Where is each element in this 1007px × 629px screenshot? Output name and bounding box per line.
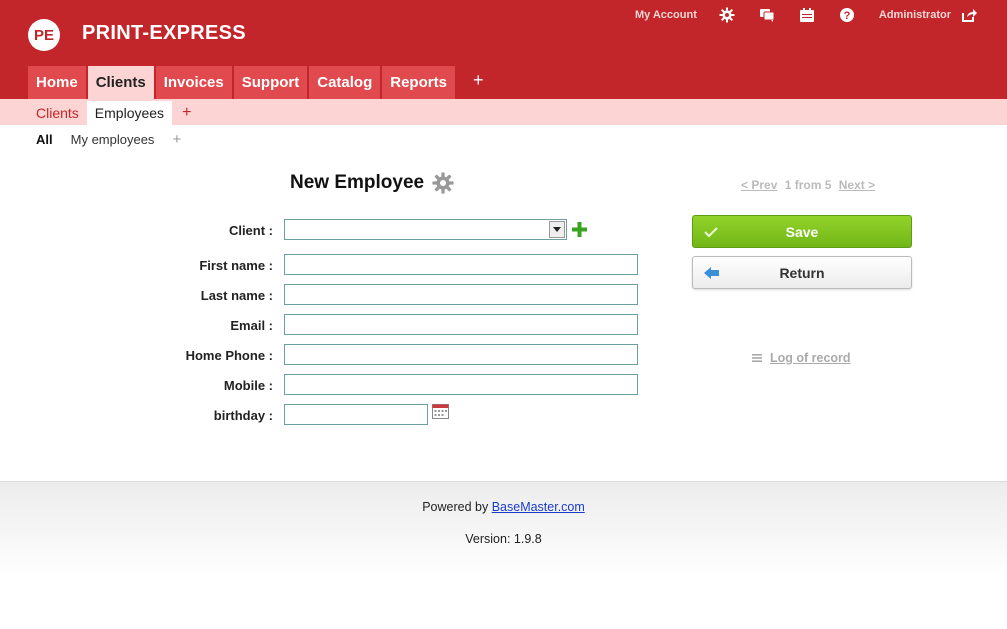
gear-icon[interactable] [719, 7, 735, 23]
main-tabs: Home Clients Invoices Support Catalog Re… [28, 66, 483, 99]
tab-clients[interactable]: Clients [87, 66, 154, 99]
app-logo[interactable]: PE [28, 19, 60, 51]
user-name[interactable]: Administrator [879, 9, 951, 21]
pager-info: 1 from 5 [784, 178, 832, 192]
basemaster-link[interactable]: BaseMaster.com [492, 500, 585, 514]
mobile-field[interactable] [284, 374, 638, 395]
email-label: Email : [230, 318, 273, 333]
subtab-employees[interactable]: Employees [86, 101, 173, 125]
return-button[interactable]: Return [692, 256, 912, 289]
sub-tabs: Clients Employees + [28, 101, 191, 125]
chevron-down-icon[interactable] [549, 221, 565, 238]
client-label: Client : [228, 223, 273, 238]
subtab-clients[interactable]: Clients [28, 101, 87, 125]
tab-support[interactable]: Support [233, 66, 308, 99]
first-name-label: First name : [199, 258, 273, 273]
prev-link[interactable]: < Prev [741, 178, 777, 192]
list-icon [752, 353, 762, 363]
tab-home[interactable]: Home [28, 66, 86, 99]
powered-by: Powered by BaseMaster.com [0, 500, 1007, 514]
my-account-link[interactable]: My Account [635, 9, 697, 21]
return-button-label: Return [779, 264, 825, 281]
help-icon[interactable]: ? [839, 7, 855, 23]
birthday-field[interactable] [284, 404, 428, 425]
page-title: New Employee [290, 172, 425, 193]
version-text: Version: 1.9.8 [465, 532, 542, 546]
save-button[interactable]: Save [692, 215, 912, 248]
last-name-label: Last name : [200, 288, 273, 303]
tab-catalog[interactable]: Catalog [309, 66, 381, 99]
arrow-left-icon [703, 265, 721, 281]
check-icon [703, 224, 719, 240]
filter-all[interactable]: All [36, 132, 53, 147]
last-name-field[interactable] [284, 284, 638, 305]
svg-text:?: ? [844, 10, 851, 22]
record-pager: < Prev 1 from 5 Next > [741, 178, 875, 192]
log-of-record-link[interactable]: Log of record [770, 351, 851, 365]
app-header: PE PRINT-EXPRESS My Account ? Administra… [0, 0, 1007, 99]
app-title[interactable]: PRINT-EXPRESS [82, 22, 246, 45]
save-button-label: Save [785, 223, 819, 240]
mobile-label: Mobile : [223, 378, 273, 393]
birthday-label: birthday : [213, 408, 273, 423]
chat-icon[interactable] [759, 7, 775, 23]
top-links: My Account ? Administrator [635, 6, 977, 24]
home-phone-field[interactable] [284, 344, 638, 365]
filter-row: All My employees + [36, 130, 181, 148]
add-filter-button[interactable]: + [172, 131, 181, 148]
email-field[interactable] [284, 314, 638, 335]
log-of-record: Log of record [752, 351, 851, 365]
add-subtab-button[interactable]: + [182, 104, 191, 122]
form-title: New Employee [290, 171, 454, 195]
logout-icon[interactable] [961, 7, 977, 23]
client-select[interactable] [284, 219, 567, 240]
calendar-icon[interactable] [799, 7, 815, 23]
powered-by-text: Powered by [422, 500, 489, 514]
add-client-icon[interactable] [572, 222, 587, 240]
first-name-field[interactable] [284, 254, 638, 275]
filter-my-employees[interactable]: My employees [71, 132, 155, 147]
date-picker-icon[interactable] [432, 404, 449, 422]
tab-invoices[interactable]: Invoices [155, 66, 232, 99]
home-phone-label: Home Phone : [185, 348, 273, 363]
tab-reports[interactable]: Reports [382, 66, 455, 99]
next-link[interactable]: Next > [839, 178, 875, 192]
add-tab-button[interactable]: + [473, 66, 484, 99]
settings-gear-icon[interactable] [432, 172, 454, 194]
